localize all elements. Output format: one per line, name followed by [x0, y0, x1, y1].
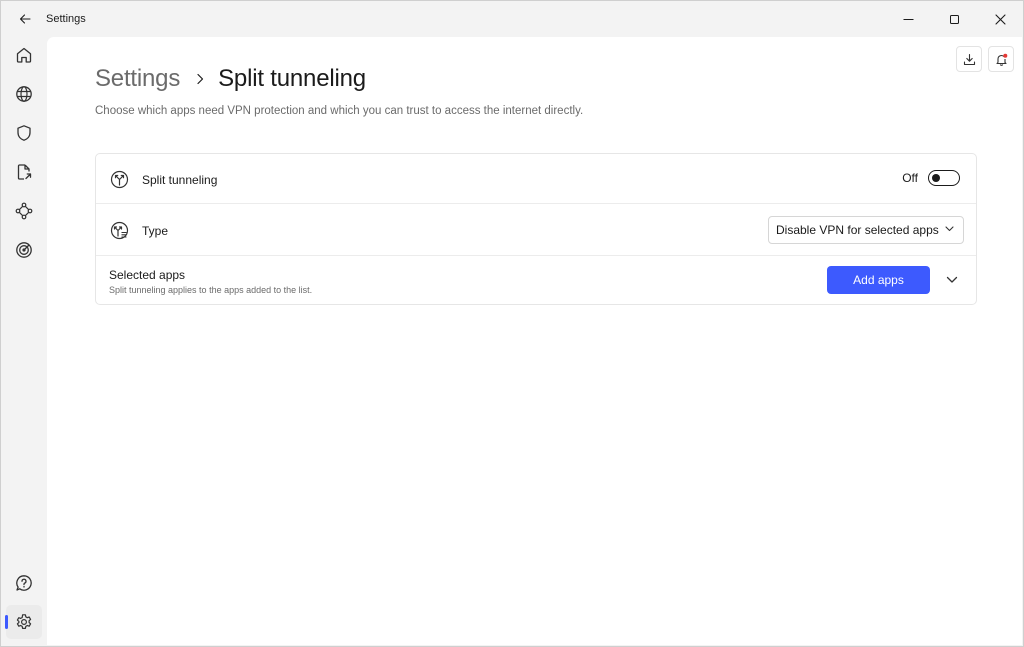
split-tunneling-toggle[interactable] [928, 170, 960, 186]
sidebar-item-settings[interactable] [5, 605, 42, 639]
download-icon [963, 53, 975, 65]
expand-apps-button[interactable] [942, 270, 962, 290]
page-description: Choose which apps need VPN protection an… [95, 105, 584, 117]
main-content: Settings Split tunneling Choose which ap… [47, 37, 1022, 645]
sidebar-item-mesh[interactable] [6, 194, 42, 228]
minimize-button[interactable] [885, 1, 931, 37]
target-icon [16, 242, 32, 258]
selected-apps-title: Selected apps [109, 268, 186, 282]
split-type-icon [109, 220, 129, 240]
sidebar-item-shield[interactable] [6, 116, 42, 150]
chevron-down-icon [945, 226, 954, 232]
close-icon [994, 13, 1006, 25]
split-tunneling-row: Split tunneling Off [96, 154, 976, 204]
split-tunneling-settings-card: Split tunneling Off Type Disable VPN for… [95, 153, 977, 305]
sidebar-item-target[interactable] [6, 233, 42, 267]
app-window: Settings Settings Split tunneling Choose… [0, 0, 1024, 647]
mesh-network-icon [15, 202, 33, 220]
back-button[interactable] [15, 9, 35, 29]
breadcrumb: Settings Split tunneling [95, 65, 366, 93]
help-icon [16, 575, 32, 591]
add-apps-button[interactable]: Add apps [827, 266, 930, 294]
file-share-icon [17, 164, 32, 180]
selected-apps-row: Selected apps Split tunneling applies to… [96, 256, 976, 304]
download-button[interactable] [956, 46, 982, 72]
breadcrumb-parent[interactable]: Settings [95, 65, 180, 93]
chevron-right-icon [196, 73, 204, 85]
notification-bell-icon [995, 53, 1007, 66]
sidebar [1, 37, 47, 646]
chevron-down-icon [946, 276, 958, 283]
type-label: Type [142, 224, 169, 238]
gear-icon [16, 614, 32, 629]
type-dropdown-value: Disable VPN for selected apps [776, 223, 939, 237]
arrow-left-icon [19, 14, 31, 24]
active-indicator [5, 615, 8, 629]
minimize-icon [903, 18, 913, 20]
close-button[interactable] [977, 1, 1023, 37]
sidebar-item-home[interactable] [6, 38, 42, 72]
maximize-icon [949, 14, 959, 24]
sidebar-item-file-share[interactable] [6, 155, 42, 189]
split-tunneling-label: Split tunneling [142, 173, 218, 187]
toggle-knob [932, 173, 940, 182]
shield-icon [17, 125, 31, 141]
sidebar-item-help[interactable] [6, 566, 42, 600]
notifications-button[interactable] [988, 46, 1014, 72]
globe-icon [16, 86, 32, 102]
window-title: Settings [46, 13, 86, 25]
split-tunneling-toggle-group: Off [902, 170, 960, 186]
selected-apps-subtitle: Split tunneling applies to the apps adde… [109, 285, 313, 295]
maximize-button[interactable] [931, 1, 977, 37]
sidebar-item-globe[interactable] [6, 77, 42, 111]
toggle-state-text: Off [902, 171, 918, 185]
home-icon [16, 47, 32, 63]
type-row: Type Disable VPN for selected apps [96, 204, 976, 256]
page-title: Split tunneling [218, 65, 366, 92]
window-controls [885, 1, 1023, 37]
split-tunnel-icon [109, 169, 129, 189]
type-dropdown[interactable]: Disable VPN for selected apps [768, 216, 964, 244]
title-bar: Settings [1, 1, 1023, 37]
